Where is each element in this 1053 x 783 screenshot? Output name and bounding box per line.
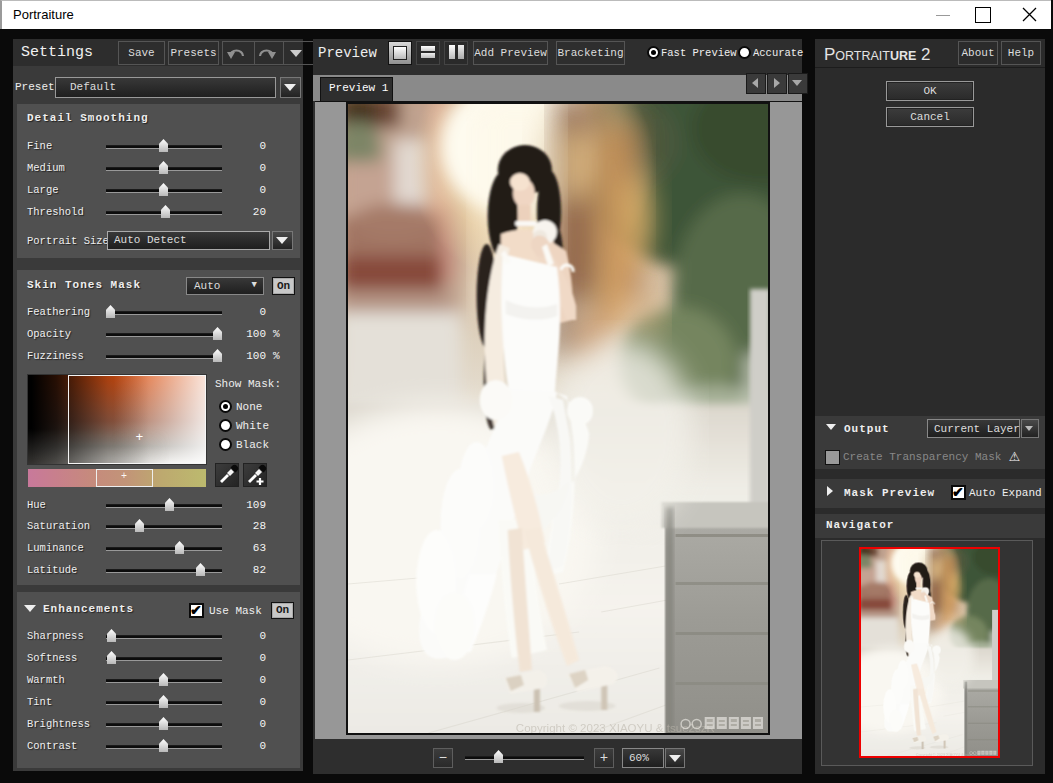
svg-text:Copyright © 2023 XIAOYU & tsue: Copyright © 2023 XIAOYU & tsue2szR (516, 722, 715, 733)
